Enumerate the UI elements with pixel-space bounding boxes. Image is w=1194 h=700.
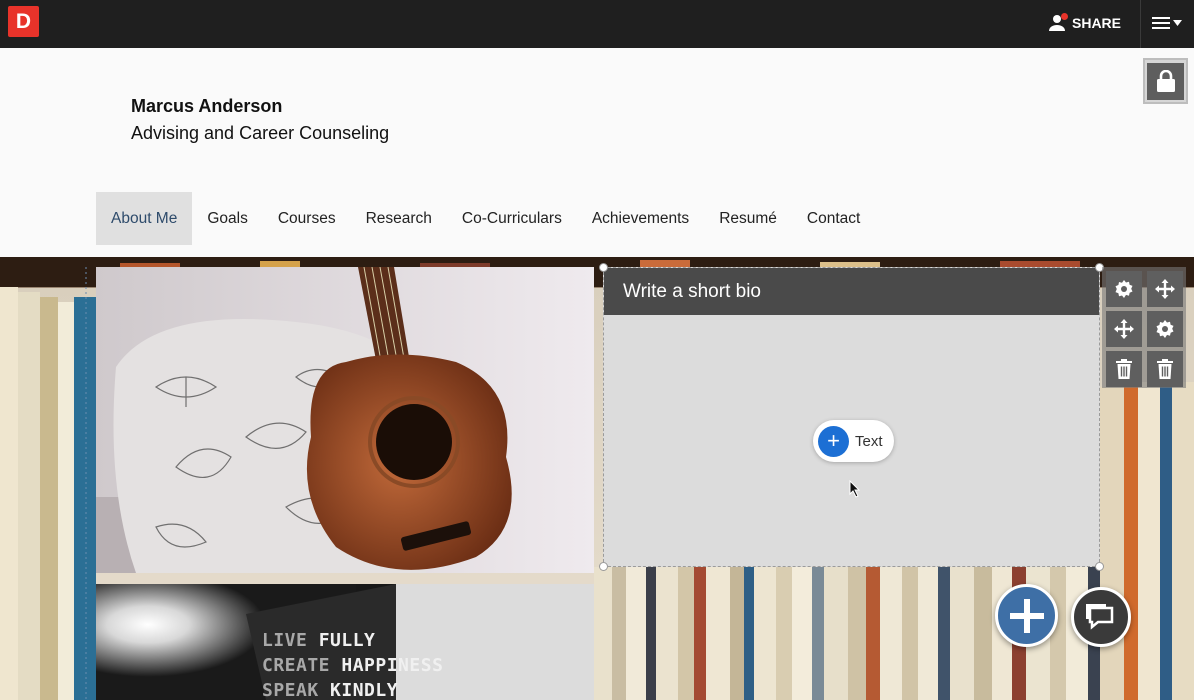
settings-button-2[interactable] [1147,311,1183,347]
bio-title[interactable]: Write a short bio [604,268,1099,315]
lock-icon [1156,70,1175,92]
share-label: SHARE [1072,15,1122,31]
bio-block[interactable]: Write a short bio + Text [599,263,1104,571]
app-logo[interactable]: D [8,6,39,37]
plus-icon [1009,598,1044,633]
nav-about-me[interactable]: About Me [96,192,193,245]
trash-icon [1157,359,1173,379]
delete-button-2[interactable] [1147,351,1183,387]
nav-goals[interactable]: Goals [192,192,263,245]
move-icon [1114,319,1134,339]
move-button-2[interactable] [1106,311,1142,347]
topbar-divider [1140,0,1141,48]
plus-icon: + [818,425,849,457]
add-block-button[interactable] [995,584,1058,647]
gear-icon [1156,320,1174,338]
nav-resume[interactable]: Resumé [704,192,792,245]
quote-text: LIVE FULLY CREATE HAPPINESS SPEAK KINDLY [262,630,444,700]
share-button[interactable]: SHARE [1048,11,1121,35]
nav-courses[interactable]: Courses [263,192,351,245]
caret-down-icon [1173,20,1182,26]
person-icon [1048,13,1068,32]
delete-button[interactable] [1106,351,1142,387]
settings-button[interactable] [1106,271,1142,307]
top-bar: D SHARE [0,0,1194,48]
resize-handle-bottom-left[interactable] [599,562,608,571]
resize-handle-top-left[interactable] [599,263,608,272]
nav-research[interactable]: Research [351,192,447,245]
hamburger-icon [1152,17,1170,29]
lock-button[interactable] [1143,58,1188,104]
chat-icon [1086,604,1114,630]
guitar-photo[interactable] [96,267,594,573]
trash-icon [1116,359,1132,379]
guitar-image [96,267,594,573]
cursor-icon [849,480,861,498]
nav-co-curriculars[interactable]: Co-Curriculars [447,192,577,245]
gear-icon [1115,280,1133,298]
chat-button[interactable] [1071,587,1131,647]
move-button[interactable] [1147,271,1183,307]
notification-dot [1061,13,1068,20]
add-text-button[interactable]: + Text [813,420,894,462]
nav-achievements[interactable]: Achievements [577,192,704,245]
nav-contact[interactable]: Contact [792,192,875,245]
site-nav: About Me Goals Courses Research Co-Curri… [96,192,875,245]
add-text-label: Text [855,432,883,450]
move-icon [1155,279,1175,299]
block-toolbar [1102,267,1186,388]
main-menu-button[interactable] [1152,12,1188,34]
site-subtitle: Advising and Career Counseling [131,123,390,143]
site-owner-name: Marcus Anderson [131,96,283,116]
resize-handle-bottom-right[interactable] [1095,562,1104,571]
